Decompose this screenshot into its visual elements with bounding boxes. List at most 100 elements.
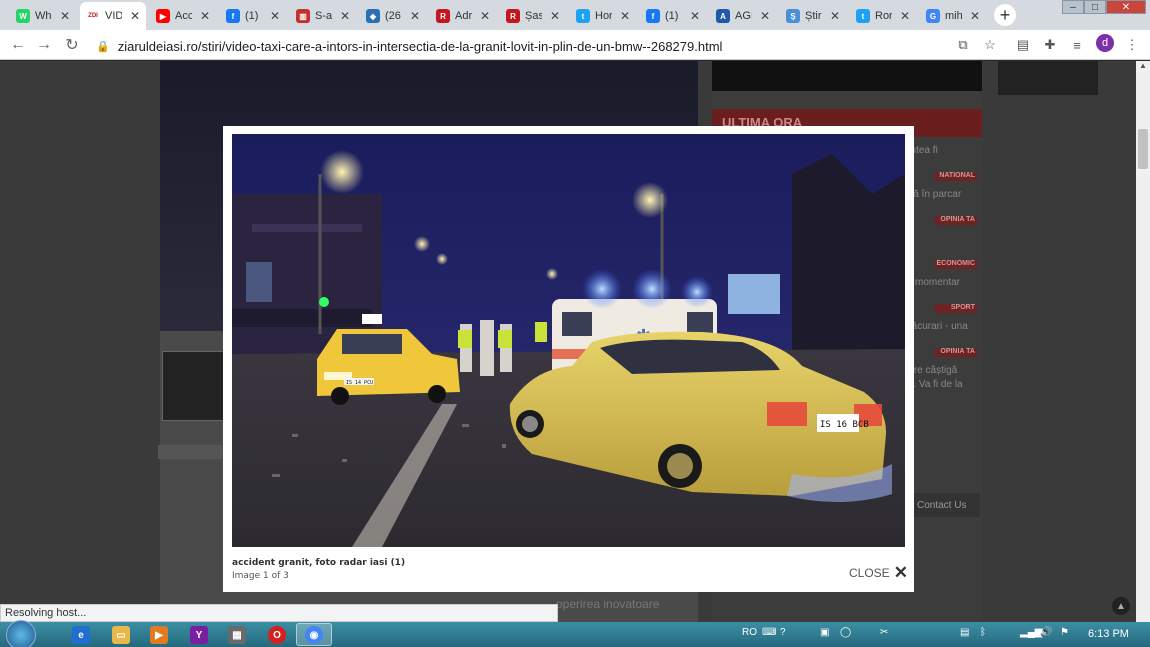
tab-close-icon[interactable]: ✕ (620, 9, 630, 23)
scrollbar-thumb[interactable] (1138, 129, 1148, 169)
share-icons[interactable] (158, 445, 224, 459)
sidebar-item[interactable]: ată în parcar (905, 189, 980, 200)
media-control-icon[interactable]: ≡ (1069, 37, 1085, 53)
twitter-icon: t (576, 9, 590, 23)
yahoo-icon[interactable]: Y (190, 626, 208, 644)
tab-11[interactable]: Ș Știri ✕ (780, 2, 846, 30)
sidebar-item[interactable]: Păcurari - una (905, 321, 980, 332)
start-button[interactable] (6, 620, 36, 647)
bookmark-star-icon[interactable]: ☆ (982, 37, 998, 53)
forward-icon[interactable]: → (34, 35, 54, 55)
flag-icon[interactable]: ⚑ (1060, 627, 1069, 638)
sidebar-item[interactable]: rare câștigă (905, 365, 980, 376)
chrome-icon[interactable]: ◉ (305, 626, 323, 644)
tab-close-icon[interactable]: ✕ (830, 9, 840, 23)
right-ad (998, 61, 1098, 95)
tab-10[interactable]: A AGI ✕ (710, 2, 776, 30)
tab-close-icon[interactable]: ✕ (760, 9, 770, 23)
tab-3[interactable]: f (1) ✕ (220, 2, 286, 30)
sidebar-badge: ECONOMIC (935, 260, 977, 269)
help-icon[interactable]: ? (780, 627, 786, 638)
r-icon: R (436, 9, 450, 23)
profile-avatar[interactable]: d (1096, 34, 1114, 52)
tab-6[interactable]: R Adr ✕ (430, 2, 496, 30)
tab-4[interactable]: ▥ S-a ✕ (290, 2, 356, 30)
page-scrollbar[interactable]: ▲ (1136, 61, 1150, 622)
taxi-license-plate: IS 14 PCU (346, 380, 373, 386)
tab-close-icon[interactable]: ✕ (270, 9, 280, 23)
menu-icon[interactable]: ⋮ (1124, 37, 1140, 53)
sidebar-item[interactable]: și momentar (905, 277, 980, 288)
scroll-top-icon[interactable]: ▲ (1112, 597, 1130, 615)
tab-13[interactable]: Gmih ✕ (920, 2, 986, 30)
tab-7[interactable]: R Șas ✕ (500, 2, 566, 30)
back-icon[interactable]: ← (8, 35, 28, 55)
tab-label: Știri (805, 10, 822, 22)
tab-close-icon[interactable]: ✕ (60, 9, 70, 23)
bluetooth-icon[interactable]: ᛒ (980, 627, 986, 638)
contact-link[interactable]: Contact Us (905, 493, 980, 517)
zdi-icon: ZDI (86, 9, 100, 23)
tab-label: Ror (875, 10, 892, 22)
address-bar[interactable]: 🔒 ziaruldeiasi.ro/stiri/video-taxi-care-… (96, 35, 1006, 57)
tab-label: Acc (175, 10, 192, 22)
tray-app-icon[interactable]: ▣ (820, 627, 829, 638)
tab-label: S-a (315, 10, 332, 22)
tab-close-icon[interactable]: ✕ (550, 9, 560, 23)
ie-icon[interactable]: e (72, 626, 90, 644)
sidebar-item[interactable]: putea fi (905, 145, 980, 156)
tab-strip: WWhatsApp✕ZDIVIDEO✕▶Acc✕f(1)✕▥S-a✕◆(26✕R… (0, 0, 1150, 30)
tab-label: VIDEO (105, 10, 122, 22)
tab-close-icon[interactable]: ✕ (200, 9, 210, 23)
tray-lock-icon[interactable]: ▤ (960, 627, 969, 638)
tab-close-icon[interactable]: ✕ (410, 9, 420, 23)
tab-close-icon[interactable]: ✕ (690, 9, 700, 23)
maximize-button[interactable]: □ (1084, 0, 1106, 14)
scroll-up-arrow-icon[interactable]: ▲ (1136, 61, 1150, 73)
facebook-icon: f (646, 9, 660, 23)
clock[interactable]: 6:13 PM (1088, 628, 1129, 640)
calculator-icon[interactable]: ▦ (228, 626, 246, 644)
explorer-icon[interactable]: ▭ (112, 626, 130, 644)
tab-close-icon[interactable]: ✕ (340, 9, 350, 23)
opera-tray-icon[interactable]: ◯ (840, 627, 851, 638)
extensions-icon[interactable]: ✚ (1042, 37, 1058, 53)
tab-12[interactable]: t Ror ✕ (850, 2, 916, 30)
bmw-license-plate: IS 16 BCB (820, 420, 869, 430)
sidebar-badge: OPINIA TA (935, 216, 977, 225)
tab-8[interactable]: t Hor ✕ (570, 2, 636, 30)
tab-5[interactable]: ◆ (26 ✕ (360, 2, 426, 30)
chart-icon: ▥ (296, 9, 310, 23)
sidebar-item[interactable]: rs. Va fi de la (905, 379, 980, 390)
lightbox-caption: accident granit, foto radar iasi (1) (232, 558, 406, 568)
browser-toolbar: ← → ↻ 🔒 ziaruldeiasi.ro/stiri/video-taxi… (0, 30, 1150, 60)
youtube-icon: ▶ (156, 9, 170, 23)
article-teaser[interactable]: operirea inovatoare (556, 597, 696, 611)
keyboard-icon[interactable]: ⌨ (762, 627, 776, 638)
translate-icon[interactable]: ⧉ (955, 37, 971, 53)
lightbox-close-button[interactable]: CLOSE ✕ (849, 563, 908, 583)
media-player-icon[interactable]: ▶ (150, 626, 168, 644)
r-icon: R (506, 9, 520, 23)
minimize-button[interactable]: – (1062, 0, 1084, 14)
new-tab-button[interactable]: + (994, 4, 1016, 26)
sidebar-badge: OPINIA TA (935, 348, 977, 357)
opera-icon[interactable]: O (268, 626, 286, 644)
tab-close-icon[interactable]: ✕ (970, 9, 980, 23)
tab-9[interactable]: f (1) ✕ (640, 2, 706, 30)
tab-close-icon[interactable]: ✕ (480, 9, 490, 23)
gallery-thumbnail[interactable] (162, 351, 224, 421)
language-indicator[interactable]: RO (742, 627, 757, 638)
tab-label: mih (945, 10, 962, 22)
tab-label: WhatsApp (35, 10, 52, 22)
tools-icon[interactable]: ✂ (880, 627, 888, 638)
tab-1[interactable]: ZDI VIDEO ✕ (80, 2, 146, 30)
volume-icon[interactable]: 🔊 (1040, 627, 1052, 638)
close-window-button[interactable]: ✕ (1106, 0, 1146, 14)
tab-0[interactable]: W WhatsApp ✕ (10, 2, 76, 30)
reload-icon[interactable]: ↻ (62, 35, 82, 55)
reading-list-icon[interactable]: ▤ (1015, 37, 1031, 53)
tab-2[interactable]: ▶ Acc ✕ (150, 2, 216, 30)
tab-close-icon[interactable]: ✕ (900, 9, 910, 23)
tab-close-icon[interactable]: ✕ (130, 9, 140, 23)
